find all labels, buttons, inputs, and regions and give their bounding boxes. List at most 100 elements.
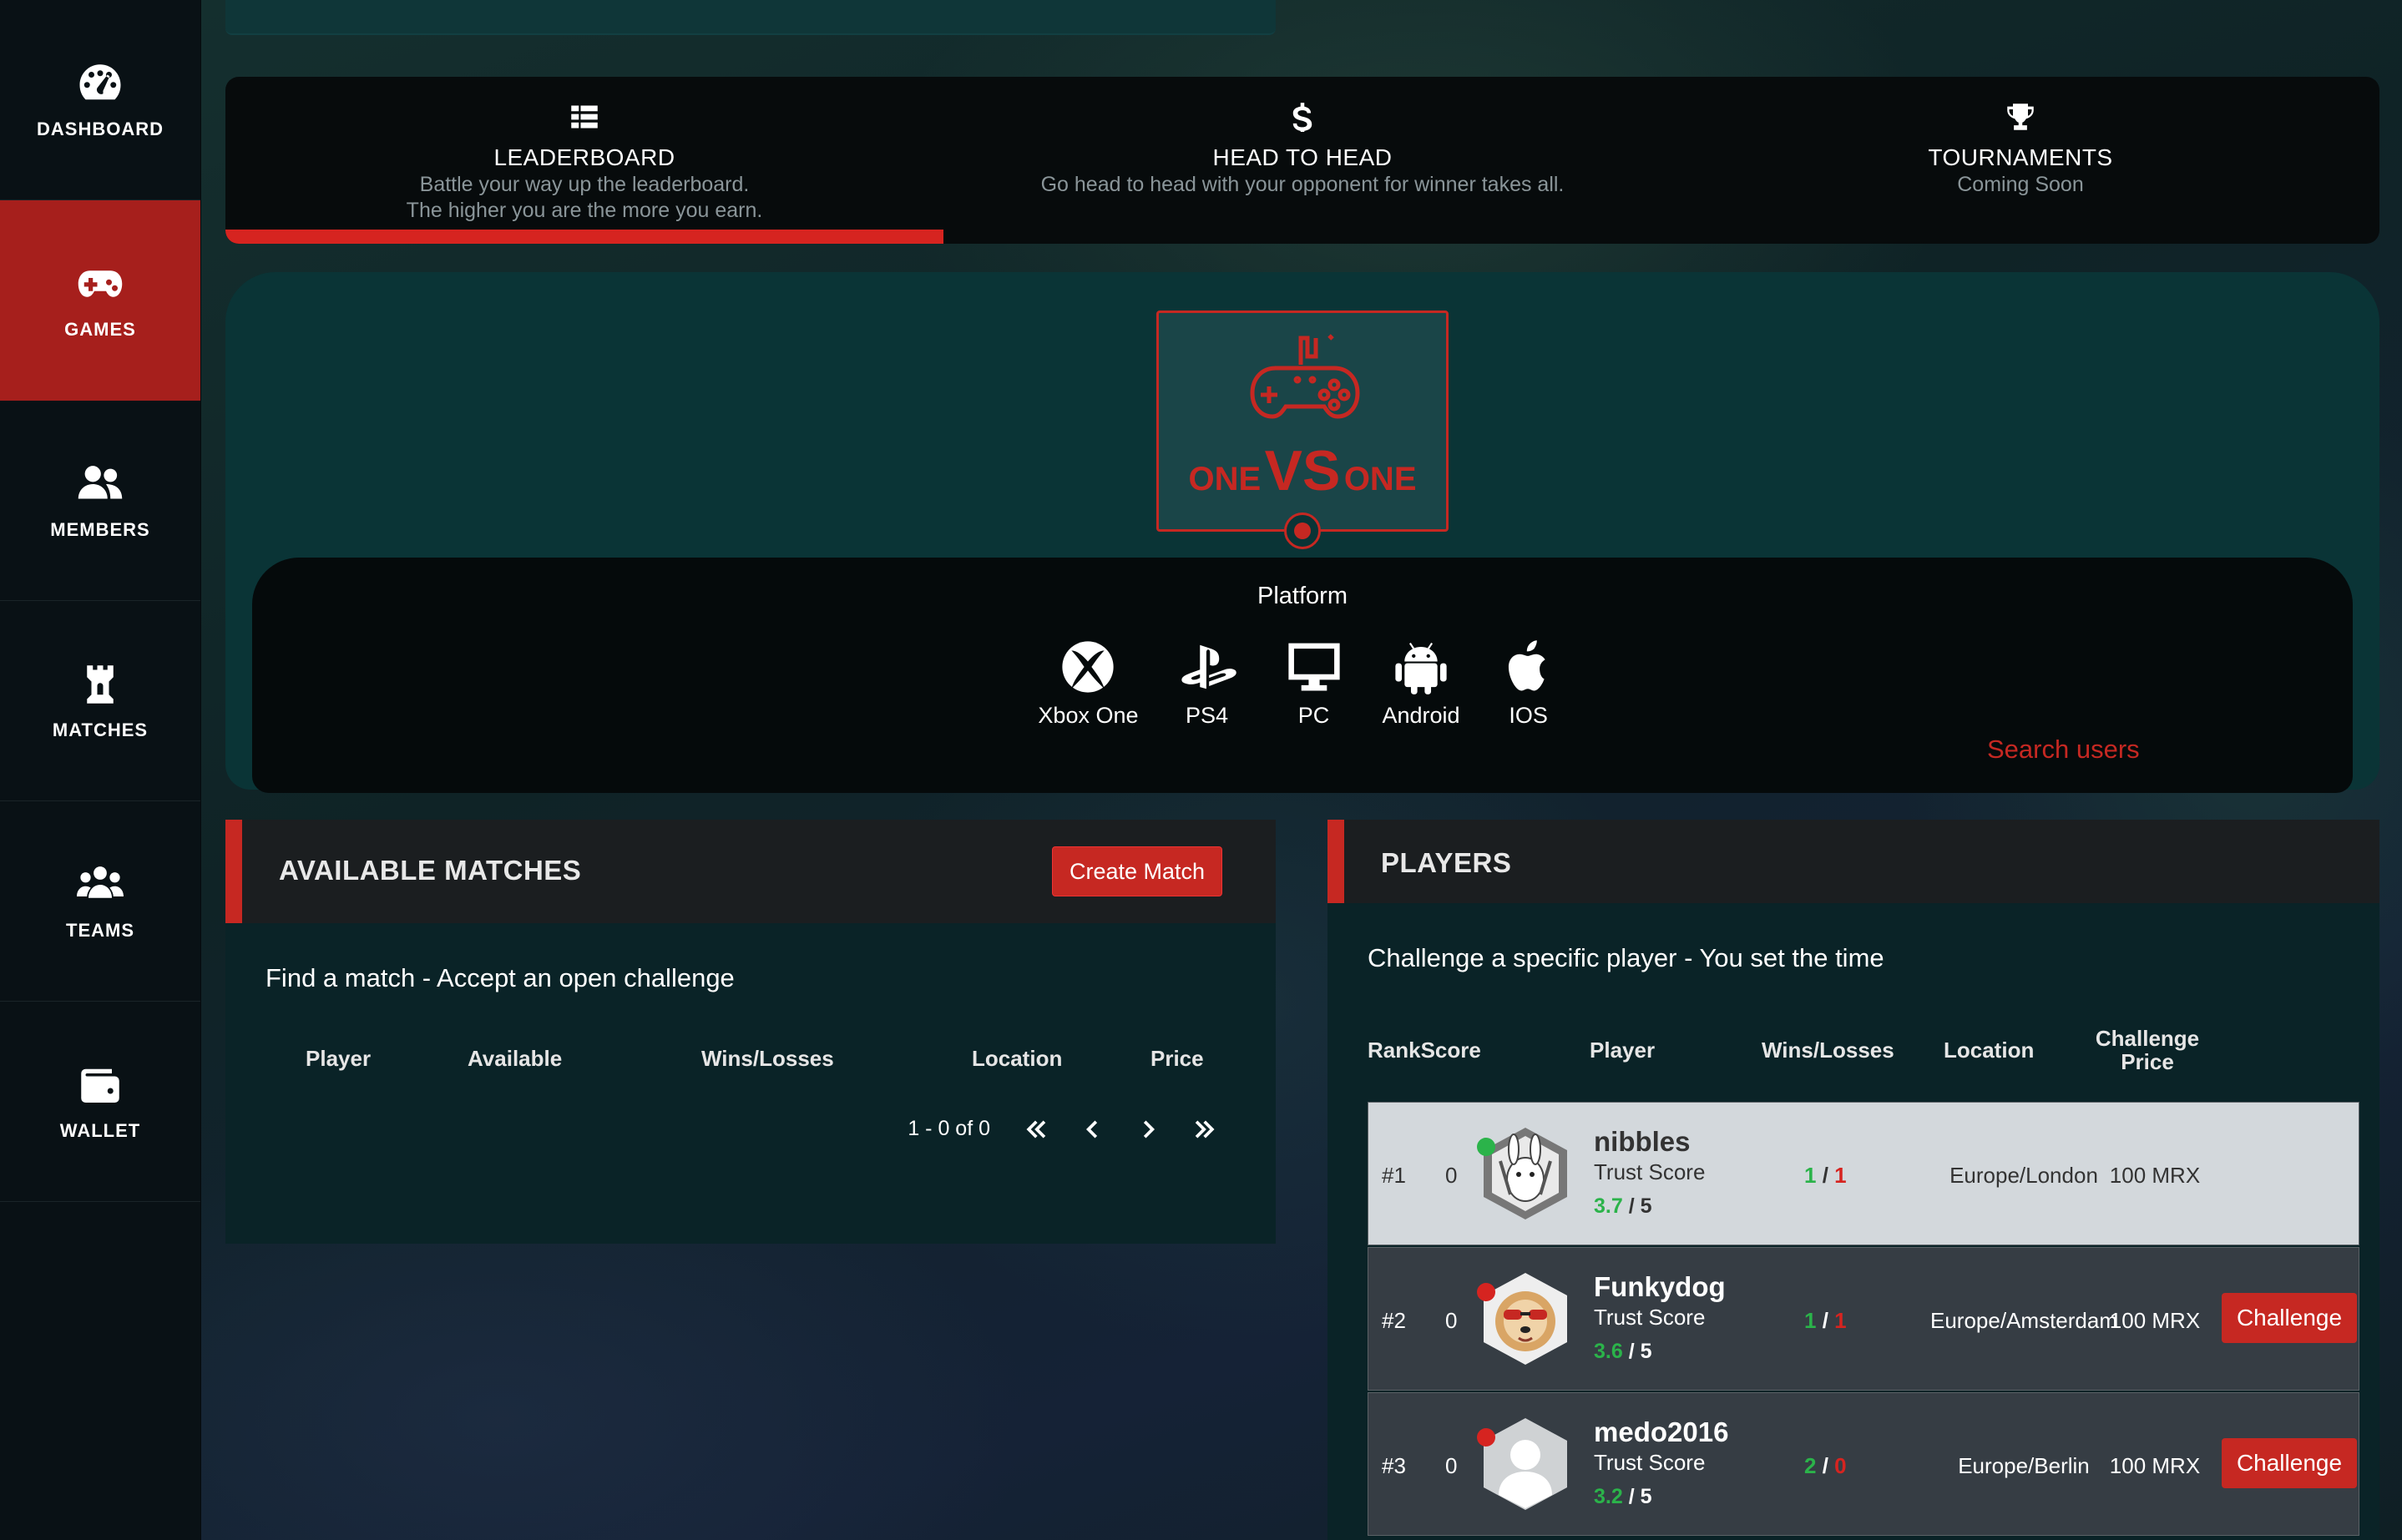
wins-losses: 1 / 1 <box>1804 1163 1847 1188</box>
column-header-available: Available <box>468 1046 563 1071</box>
sidebar-item-matches[interactable]: MATCHES <box>0 601 200 801</box>
column-header-player: Player <box>1590 1038 1656 1063</box>
carousel-indicator-dot[interactable] <box>1284 512 1321 549</box>
online-status-indicator <box>1477 1138 1495 1156</box>
player-name[interactable]: nibbles <box>1594 1126 1691 1158</box>
first-page-button[interactable] <box>1024 1118 1047 1141</box>
list-icon <box>571 105 598 129</box>
sidebar-item-label: MATCHES <box>52 719 149 740</box>
pagination-range: 1 - 0 of 0 <box>908 1117 990 1140</box>
player-rank: #1 <box>1382 1163 1406 1188</box>
column-header-price-line2: Price <box>2121 1049 2174 1074</box>
column-header-wins-losses: Wins/Losses <box>1762 1038 1894 1063</box>
tab-leaderboard[interactable]: LEADERBOARD Battle your way up the leade… <box>225 77 943 244</box>
dashboard-gauge-icon <box>79 63 121 99</box>
previous-page-button[interactable] <box>1080 1118 1104 1141</box>
player-avatar[interactable] <box>1484 1128 1567 1219</box>
column-header-price-line1: Challenge <box>2095 1026 2200 1051</box>
game-mode-tabs: LEADERBOARD Battle your way up the leade… <box>225 77 2379 244</box>
tab-subtitle: Go head to head with your opponent for w… <box>1040 173 1565 196</box>
players-panel: PLAYERS Challenge a specific player - Yo… <box>1327 820 2379 1540</box>
wins: 2 <box>1804 1453 1817 1478</box>
trust-score-value: 3.2 <box>1594 1485 1623 1508</box>
trust-score-max: / 5 <box>1628 1194 1652 1218</box>
tab-title: HEAD TO HEAD <box>1212 144 1393 170</box>
platform-label-ps4: PS4 <box>1185 703 1229 728</box>
players-title: PLAYERS <box>1381 847 1512 878</box>
player-rank: #2 <box>1382 1308 1406 1333</box>
player-name[interactable]: Funkydog <box>1594 1271 1726 1303</box>
sidebar-item-wallet[interactable]: WALLET <box>0 1002 200 1202</box>
matches-pagination: 1 - 0 of 0 <box>908 1117 1217 1141</box>
trust-score-value: 3.6 <box>1594 1340 1623 1363</box>
sidebar-item-label: MEMBERS <box>50 518 150 540</box>
trust-score-label: Trust Score <box>1594 1305 1706 1330</box>
platform-pc[interactable]: PC <box>1276 638 1353 729</box>
double-chevron-left-icon <box>1026 1120 1046 1138</box>
challenge-price: 100 MRX <box>2109 1163 2201 1188</box>
losses: 0 <box>1834 1453 1847 1478</box>
losses: 1 <box>1834 1163 1847 1188</box>
trust-score: 3.6 / 5 <box>1594 1340 1652 1364</box>
create-match-button[interactable]: Create Match <box>1052 846 1222 896</box>
rook-tower-icon <box>87 664 114 704</box>
sidebar-item-label: WALLET <box>59 1119 141 1141</box>
platform-label-pc: PC <box>1297 703 1330 728</box>
gamepad-icon <box>78 270 123 297</box>
player-row[interactable]: #3 0 medo2016 Trust Score 3.2 / 5 2 / 0 … <box>1368 1392 2359 1536</box>
top-panel-remnant <box>225 0 1276 35</box>
platform-label: Platform <box>1257 583 1348 609</box>
tab-subtitle: Battle your way up the leaderboard. <box>419 173 750 196</box>
column-header-location: Location <box>972 1046 1063 1071</box>
challenge-button[interactable]: Challenge <box>2222 1438 2357 1488</box>
matches-header: AVAILABLE MATCHES Create Match <box>225 820 1276 923</box>
trophy-icon <box>2007 104 2034 130</box>
sidebar-item-dashboard[interactable]: DASHBOARD <box>0 0 200 200</box>
platform-ps4[interactable]: PS4 <box>1169 638 1246 729</box>
one-vs-one-game-card[interactable]: ONE VS ONE <box>1156 311 1449 532</box>
platform-ios[interactable]: IOS <box>1490 638 1567 729</box>
game-card-vs: VS <box>1264 439 1341 502</box>
player-row[interactable]: #2 0 Funkydog Trust Score 3.6 / 5 1 / 1 … <box>1368 1247 2359 1391</box>
game-card-word-right: ONE <box>1343 461 1417 497</box>
tab-title: LEADERBOARD <box>493 144 675 170</box>
offline-status-indicator <box>1477 1283 1495 1301</box>
double-chevron-right-icon <box>1195 1120 1215 1138</box>
column-header-wins-losses: Wins/Losses <box>701 1046 834 1071</box>
column-header-location: Location <box>1944 1038 2035 1063</box>
search-users-input[interactable] <box>1985 734 2322 765</box>
player-avatar[interactable] <box>1484 1418 1567 1510</box>
last-page-button[interactable] <box>1194 1118 1217 1141</box>
trust-score-value: 3.7 <box>1594 1194 1623 1218</box>
player-avatar[interactable] <box>1484 1273 1567 1365</box>
player-row[interactable]: #1 0 nibbles Trust Score 3.7 / 5 1 / 1 E… <box>1368 1102 2359 1245</box>
trust-score: 3.2 / 5 <box>1594 1485 1652 1509</box>
player-rank-score: 0 <box>1445 1453 1458 1478</box>
game-card-word-left: ONE <box>1188 461 1262 497</box>
player-rank-score: 0 <box>1445 1163 1458 1188</box>
tab-tournaments[interactable]: TOURNAMENTS Coming Soon <box>1661 77 2379 244</box>
players-header: PLAYERS <box>1327 820 2379 903</box>
sidebar-item-games[interactable]: GAMES <box>0 200 200 401</box>
trust-score: 3.7 / 5 <box>1594 1194 1652 1219</box>
sidebar-item-members[interactable]: MEMBERS <box>0 401 200 601</box>
matches-subtitle: Find a match - Accept an open challenge <box>265 963 735 992</box>
offline-status-indicator <box>1477 1428 1495 1447</box>
player-name[interactable]: medo2016 <box>1594 1416 1728 1448</box>
next-page-button[interactable] <box>1137 1118 1161 1141</box>
sidebar-item-label: GAMES <box>64 318 136 340</box>
sidebar-item-teams[interactable]: TEAMS <box>0 801 200 1002</box>
matches-title: AVAILABLE MATCHES <box>279 855 582 886</box>
column-header-rankscore: RankScore <box>1368 1038 1481 1063</box>
column-header-price: Price <box>1150 1046 1204 1071</box>
tab-head-to-head[interactable]: HEAD TO HEAD Go head to head with your o… <box>943 77 1661 244</box>
platform-xbox-one[interactable]: Xbox One <box>1038 638 1139 729</box>
wins: 1 <box>1804 1308 1817 1333</box>
xbox-icon <box>1062 641 1115 693</box>
wins-losses: 2 / 0 <box>1804 1453 1847 1478</box>
player-rank: #3 <box>1382 1453 1406 1478</box>
column-header-challenge-price: Challenge Price <box>2089 1027 2206 1073</box>
platform-android[interactable]: Android <box>1383 638 1460 729</box>
challenge-button[interactable]: Challenge <box>2222 1293 2357 1343</box>
platform-label-ios: IOS <box>1509 703 1548 728</box>
